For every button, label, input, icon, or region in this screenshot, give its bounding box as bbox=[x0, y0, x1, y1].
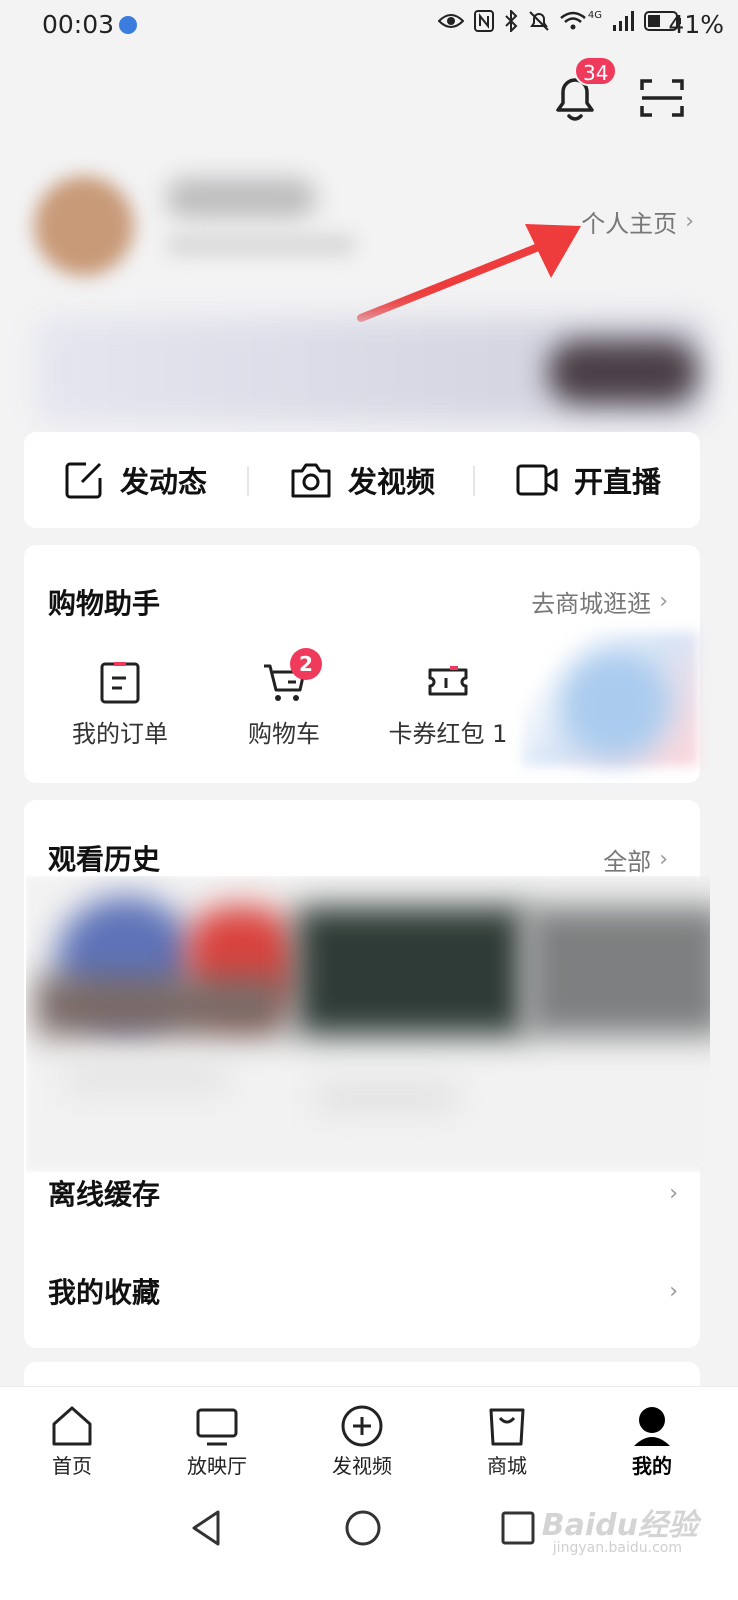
cart-button[interactable]: 购物车 bbox=[204, 660, 364, 749]
video-camera-icon bbox=[516, 464, 558, 496]
history-title: 观看历史 bbox=[48, 843, 161, 876]
tab-mall-label: 商城 bbox=[487, 1454, 527, 1478]
avatar[interactable] bbox=[34, 176, 134, 276]
tab-cinema[interactable]: 放映厅 bbox=[157, 1404, 277, 1479]
favorites-row[interactable]: 我的收藏 › bbox=[48, 1256, 678, 1326]
coupons-label: 卡券红包 1 bbox=[388, 720, 508, 748]
post-status-label: 发动态 bbox=[120, 465, 208, 499]
status-time: 00:03 bbox=[42, 10, 115, 39]
coupon-icon bbox=[428, 666, 468, 696]
user-icon bbox=[634, 1407, 670, 1446]
order-icon bbox=[100, 662, 140, 704]
wifi-icon bbox=[560, 11, 586, 30]
recents-icon[interactable] bbox=[498, 1508, 538, 1548]
chevron-right-icon: › bbox=[659, 847, 668, 872]
network-type-label: 4G bbox=[587, 9, 602, 21]
scan-icon[interactable] bbox=[640, 78, 684, 118]
shopping-title: 购物助手 bbox=[48, 587, 161, 620]
shop-promo-blurred-image bbox=[560, 650, 670, 760]
annotation-arrow-icon bbox=[357, 224, 581, 322]
tv-icon bbox=[196, 1408, 238, 1446]
cart-label: 购物车 bbox=[248, 720, 320, 748]
tab-cinema-label: 放映厅 bbox=[187, 1454, 247, 1478]
my-orders-label: 我的订单 bbox=[72, 720, 168, 748]
post-video-button[interactable]: 发视频 bbox=[290, 432, 435, 528]
tab-post-video-label: 发视频 bbox=[332, 1454, 392, 1478]
tab-home[interactable]: 首页 bbox=[12, 1404, 132, 1479]
edit-icon bbox=[65, 462, 102, 499]
history-all-link[interactable]: 全部 › bbox=[603, 842, 668, 877]
go-to-mall-link[interactable]: 去商城逛逛 › bbox=[531, 584, 668, 619]
tab-post-video[interactable]: 发视频 bbox=[302, 1404, 422, 1479]
chevron-right-icon: › bbox=[685, 209, 694, 234]
offline-cache-row[interactable]: 离线缓存 › bbox=[48, 1158, 678, 1228]
username-blurred bbox=[166, 178, 316, 218]
chevron-right-icon: › bbox=[669, 1278, 678, 1304]
mute-bell-icon bbox=[529, 11, 549, 31]
tab-me-label: 我的 bbox=[632, 1454, 672, 1478]
status-icons: 4G bbox=[437, 9, 682, 32]
divider bbox=[473, 466, 475, 496]
eye-icon bbox=[437, 14, 464, 28]
chevron-right-icon: › bbox=[659, 589, 668, 614]
tab-mall[interactable]: 商城 bbox=[447, 1404, 567, 1479]
profile-home-link[interactable]: 个人主页 › bbox=[581, 204, 694, 239]
post-video-label: 发视频 bbox=[348, 465, 436, 499]
chevron-right-icon: › bbox=[669, 1180, 678, 1206]
divider bbox=[247, 466, 249, 496]
coupons-button[interactable]: 卡券红包 1 bbox=[368, 660, 528, 749]
history-thumbnails-blurred[interactable] bbox=[26, 876, 710, 1172]
history-all-label: 全部 bbox=[603, 848, 652, 876]
go-to-mall-label: 去商城逛逛 bbox=[531, 590, 652, 618]
offline-cache-label: 离线缓存 bbox=[48, 1178, 161, 1211]
go-live-label: 开直播 bbox=[574, 465, 662, 499]
bluetooth-icon bbox=[505, 10, 518, 32]
battery-percent: 41% bbox=[668, 10, 724, 39]
plus-circle-icon bbox=[341, 1405, 383, 1447]
user-subtitle-blurred bbox=[166, 234, 356, 256]
go-live-button[interactable]: 开直播 bbox=[516, 432, 661, 528]
favorites-label: 我的收藏 bbox=[48, 1276, 161, 1309]
camera-icon bbox=[291, 463, 331, 498]
tab-home-label: 首页 bbox=[52, 1454, 92, 1478]
notification-badge: 34 bbox=[574, 56, 618, 86]
cart-badge: 2 bbox=[290, 648, 322, 680]
nfc-icon bbox=[473, 10, 494, 32]
post-status-button[interactable]: 发动态 bbox=[64, 432, 207, 528]
promo-banner-button-blurred[interactable] bbox=[548, 340, 698, 404]
my-orders-button[interactable]: 我的订单 bbox=[40, 660, 200, 749]
home-circle-icon[interactable] bbox=[343, 1508, 383, 1548]
watermark: Baidu经验 bbox=[541, 1508, 698, 1543]
profile-home-label: 个人主页 bbox=[581, 210, 678, 238]
signal-icon bbox=[613, 11, 634, 31]
back-icon[interactable] bbox=[188, 1508, 228, 1548]
tab-me[interactable]: 我的 bbox=[592, 1404, 712, 1479]
home-icon bbox=[52, 1406, 92, 1446]
watermark-url: jingyan.baidu.com bbox=[552, 1540, 682, 1556]
browser-globe-icon bbox=[119, 16, 137, 34]
shopping-bag-icon bbox=[489, 1408, 525, 1446]
